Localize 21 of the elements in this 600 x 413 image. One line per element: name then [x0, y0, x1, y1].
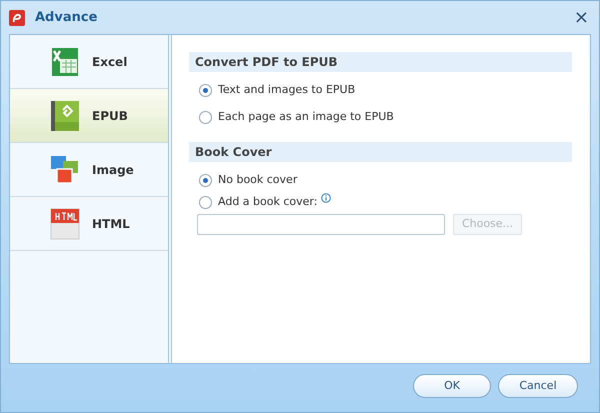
radio-button[interactable] [199, 84, 212, 96]
option-label: Add a book cover: [218, 194, 318, 210]
section-header: Book Cover [189, 142, 572, 162]
images-icon [50, 154, 80, 184]
option-label: Each page as an image to EPUB [218, 108, 394, 125]
file-path-field[interactable] [197, 214, 445, 235]
sidebar-tab[interactable]: EPUB [10, 89, 168, 143]
radio-button[interactable] [199, 174, 212, 186]
html-file-icon [50, 208, 80, 240]
close-button[interactable]: × [570, 8, 593, 26]
app-logo-icon [9, 10, 25, 26]
option-label: Text and images to EPUB [218, 82, 356, 98]
section-header: Convert PDF to EPUB [189, 52, 572, 72]
window-title: Advance [35, 8, 98, 27]
spreadsheet-icon [51, 46, 79, 76]
radio-button[interactable] [199, 196, 212, 208]
ok-button[interactable]: OK [413, 374, 491, 398]
option-label: No book cover [218, 172, 298, 188]
radio-button[interactable] [199, 110, 212, 124]
cancel-button[interactable]: Cancel [498, 374, 578, 398]
ebook-icon [50, 100, 80, 132]
